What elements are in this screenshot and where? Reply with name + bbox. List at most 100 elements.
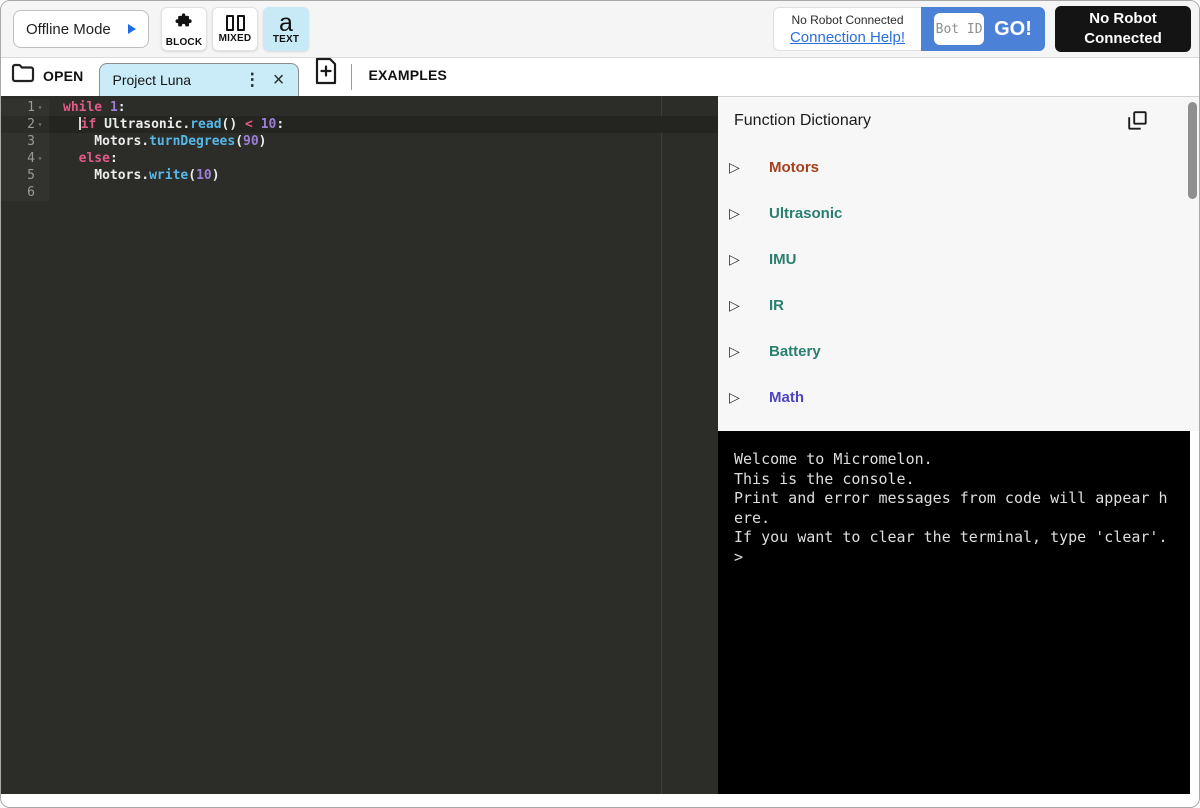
dictionary-item-motors[interactable]: ▷Motors xyxy=(718,144,1200,190)
app-window: Offline Mode BLOCK MIXED a TEXT N xyxy=(0,0,1200,808)
expand-arrow-icon[interactable]: ▷ xyxy=(729,297,769,314)
code-token: Motors. xyxy=(63,168,149,183)
expand-arrow-icon[interactable]: ▷ xyxy=(729,389,769,406)
function-dictionary-scrollbar[interactable] xyxy=(1188,102,1197,199)
function-dictionary-title: Function Dictionary xyxy=(734,112,1128,130)
dictionary-item-imu[interactable]: ▷IMU xyxy=(718,236,1200,282)
fold-arrow-icon[interactable]: ▾ xyxy=(35,99,45,116)
console-line: If you want to clear the terminal, type … xyxy=(734,528,1190,548)
code-token: () xyxy=(222,117,245,132)
code-token: 90 xyxy=(243,134,259,149)
dictionary-item-math[interactable]: ▷Math xyxy=(718,374,1200,420)
code-token: read xyxy=(190,117,221,132)
code-token: while xyxy=(63,100,102,115)
open-label: OPEN xyxy=(43,68,83,84)
text-mode-label: TEXT xyxy=(273,34,299,45)
robot-status-badge: No Robot Connected xyxy=(1055,6,1191,52)
top-toolbar: Offline Mode BLOCK MIXED a TEXT N xyxy=(1,1,1200,58)
connection-help-link[interactable]: Connection Help! xyxy=(790,29,905,46)
code-line[interactable]: 5 Motors.write(10) xyxy=(1,167,718,184)
code-token: 10 xyxy=(196,168,212,183)
connection-status-text: No Robot Connected xyxy=(791,13,903,27)
dictionary-item-label: IMU xyxy=(769,251,797,268)
line-number: 2 xyxy=(27,116,35,133)
dictionary-item-ultrasonic[interactable]: ▷Ultrasonic xyxy=(718,190,1200,236)
code-line[interactable]: 2▾ if Ultrasonic.read() < 10: xyxy=(1,116,718,133)
code-token: ( xyxy=(188,168,196,183)
dictionary-item-robot[interactable]: ▷Robot xyxy=(718,420,1200,431)
connection-mode-label: Offline Mode xyxy=(26,21,128,38)
code-token: Motors. xyxy=(63,134,149,149)
console-line: Print and error messages from code will … xyxy=(734,489,1190,509)
fold-arrow-icon[interactable]: ▾ xyxy=(35,116,45,133)
code-text: if Ultrasonic.read() < 10: xyxy=(49,116,284,133)
connection-mode-dropdown[interactable]: Offline Mode xyxy=(13,10,149,48)
console-line: > xyxy=(734,548,1190,568)
block-mode-button[interactable]: BLOCK xyxy=(161,7,207,51)
code-text xyxy=(49,184,63,201)
dictionary-item-battery[interactable]: ▷Battery xyxy=(718,328,1200,374)
tab-close-icon[interactable]: × xyxy=(267,70,291,90)
letter-a-icon: a xyxy=(279,14,293,33)
split-columns-icon xyxy=(226,15,245,32)
new-file-button[interactable] xyxy=(313,57,339,90)
line-number-gutter: 3 xyxy=(1,133,49,150)
line-number: 1 xyxy=(27,99,35,116)
function-dictionary-list: ▷Motors▷Ultrasonic▷IMU▷IR▷Battery▷Math▷R… xyxy=(718,136,1200,431)
code-line[interactable]: 6 xyxy=(1,184,718,201)
bot-connect-panel: GO! xyxy=(921,7,1045,51)
code-token: 10 xyxy=(261,117,277,132)
code-line[interactable]: 1▾while 1: xyxy=(1,99,718,116)
line-number-gutter: 4▾ xyxy=(1,150,49,167)
code-token: Ultrasonic. xyxy=(96,117,190,132)
connection-group: No Robot Connected Connection Help! GO! xyxy=(773,7,1045,51)
line-number: 3 xyxy=(27,133,35,150)
console[interactable]: Welcome to Micromelon.This is the consol… xyxy=(718,431,1190,794)
code-text: Motors.turnDegrees(90) xyxy=(49,133,267,150)
code-token xyxy=(63,117,79,132)
code-token: ) xyxy=(212,168,220,183)
robot-status-line2: Connected xyxy=(1055,29,1191,49)
expand-arrow-icon[interactable]: ▷ xyxy=(729,343,769,360)
expand-arrow-icon[interactable]: ▷ xyxy=(729,159,769,176)
go-button[interactable]: GO! xyxy=(994,18,1032,41)
toolbar-divider xyxy=(351,64,352,90)
code-line[interactable]: 4▾ else: xyxy=(1,150,718,167)
tab-menu-icon[interactable]: ⋮ xyxy=(238,70,267,90)
code-token: turnDegrees xyxy=(149,134,235,149)
code-token: else xyxy=(79,151,110,166)
connection-status-card: No Robot Connected Connection Help! xyxy=(773,7,921,51)
code-token: < xyxy=(245,117,253,132)
console-line: Welcome to Micromelon. xyxy=(734,450,1190,470)
text-mode-button[interactable]: a TEXT xyxy=(263,7,309,51)
code-token xyxy=(102,100,110,115)
popout-window-icon[interactable] xyxy=(1128,111,1147,130)
fold-arrow-icon[interactable]: ▾ xyxy=(35,150,45,167)
bot-id-input[interactable] xyxy=(934,13,984,45)
expand-arrow-icon[interactable]: ▷ xyxy=(729,205,769,222)
line-number: 5 xyxy=(27,167,35,184)
code-editor[interactable]: 1▾while 1:2▾ if Ultrasonic.read() < 10:3… xyxy=(1,96,718,794)
dictionary-item-label: Battery xyxy=(769,343,821,360)
code-token: ( xyxy=(235,134,243,149)
file-plus-icon xyxy=(313,57,339,90)
dictionary-item-ir[interactable]: ▷IR xyxy=(718,282,1200,328)
editor-mode-group: BLOCK MIXED a TEXT xyxy=(161,7,309,51)
dropdown-arrow-icon xyxy=(128,24,136,34)
block-mode-label: BLOCK xyxy=(166,37,203,48)
project-tab[interactable]: Project Luna ⋮ × xyxy=(99,63,299,96)
function-dictionary-header: Function Dictionary xyxy=(718,97,1200,136)
mixed-mode-button[interactable]: MIXED xyxy=(212,7,258,51)
dictionary-item-label: IR xyxy=(769,297,784,314)
code-token: write xyxy=(149,168,188,183)
expand-arrow-icon[interactable]: ▷ xyxy=(729,251,769,268)
code-text: while 1: xyxy=(49,99,126,116)
function-dictionary-panel: Function Dictionary ▷Motors▷Ultrasonic▷I… xyxy=(718,96,1200,431)
console-line: This is the console. xyxy=(734,470,1190,490)
examples-button[interactable]: EXAMPLES xyxy=(368,67,447,83)
code-lines: 1▾while 1:2▾ if Ultrasonic.read() < 10:3… xyxy=(1,96,718,201)
open-file-button[interactable]: OPEN xyxy=(11,63,83,88)
code-line[interactable]: 3 Motors.turnDegrees(90) xyxy=(1,133,718,150)
code-token: : xyxy=(118,100,126,115)
line-number: 6 xyxy=(27,184,35,201)
